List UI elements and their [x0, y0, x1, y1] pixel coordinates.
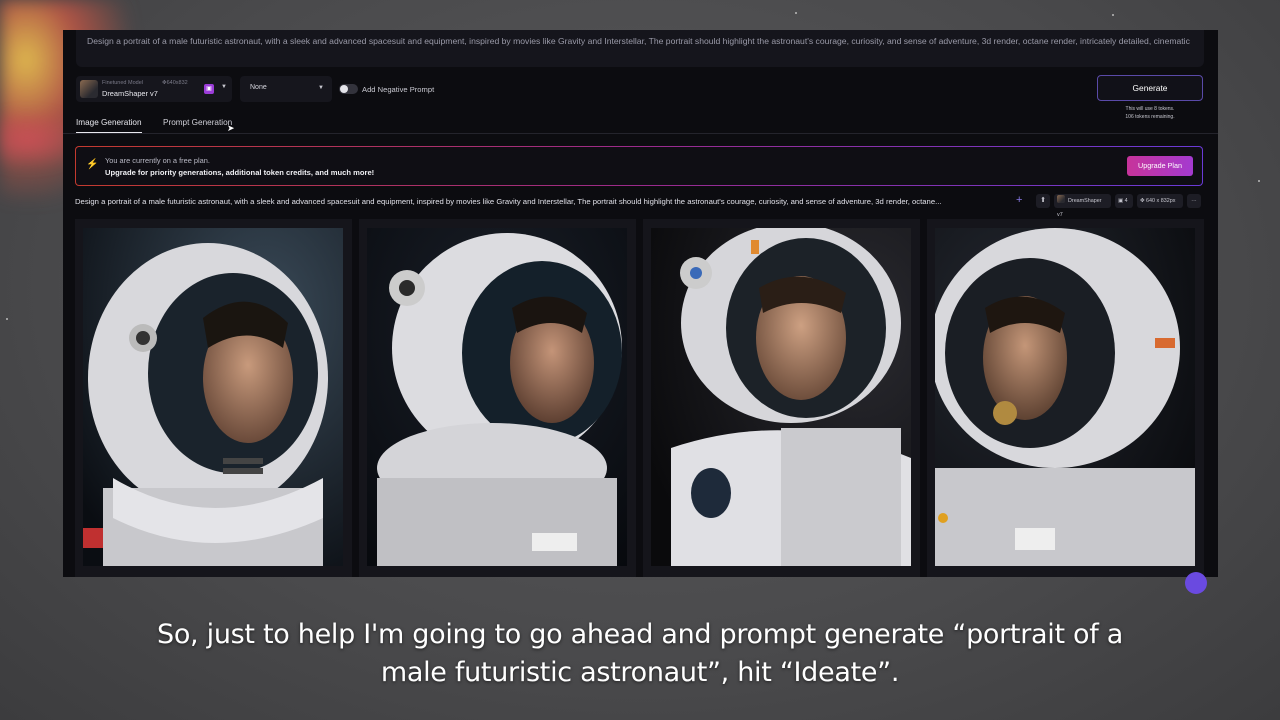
model-avatar [80, 80, 98, 98]
arrow-up-icon[interactable]: ⬆ [1036, 194, 1050, 208]
generated-image[interactable] [935, 228, 1195, 566]
lightning-bolt-icon: ⚡ [86, 159, 99, 170]
token-usage-line: This will use 8 tokens. [1125, 106, 1175, 112]
style-value: None [250, 84, 267, 91]
token-usage-note: This will use 8 tokens. 106 tokens remai… [1097, 105, 1203, 121]
negative-prompt-label: Add Negative Prompt [362, 85, 435, 94]
sparkle [795, 12, 797, 14]
image-count: 4 [1124, 198, 1128, 204]
generate-button[interactable]: Generate [1097, 75, 1203, 101]
upgrade-plan-button[interactable]: Upgrade Plan [1127, 156, 1193, 176]
tab-image-generation[interactable]: Image Generation [76, 118, 142, 133]
banner-plan-text: You are currently on a free plan. [105, 156, 210, 165]
tokens-remaining-line: 106 tokens remaining. [1125, 114, 1175, 120]
model-name: DreamShaper v7 [102, 89, 158, 98]
generation-model-chip: DreamShaper v7 [1054, 194, 1111, 218]
generated-image-card[interactable] [75, 219, 352, 577]
style-selector[interactable]: None ▼ [240, 76, 332, 102]
sparkle [1112, 14, 1114, 16]
video-caption-line-2: male futuristic astronaut”, hit “Ideate”… [380, 657, 900, 688]
chevron-down-icon: ▼ [221, 84, 227, 90]
generated-image[interactable] [651, 228, 911, 566]
generation-prompt-text: Design a portrait of a male futuristic a… [75, 197, 942, 206]
image-size-chip: ✥ 640 x 832px [1137, 194, 1183, 208]
plus-icon[interactable]: + [1016, 194, 1022, 206]
generated-image[interactable] [367, 228, 627, 566]
sparkle [1258, 180, 1260, 182]
chevron-down-icon: ▼ [318, 85, 324, 91]
negative-prompt-toggle[interactable] [339, 84, 358, 94]
help-chat-button[interactable] [1185, 572, 1207, 594]
generated-image-card[interactable] [359, 219, 636, 577]
tab-divider [63, 133, 1218, 134]
sparkle [6, 318, 8, 320]
app-window: Design a portrait of a male futuristic a… [63, 30, 1218, 577]
more-options-icon[interactable]: ··· [1187, 194, 1201, 208]
generated-image[interactable] [83, 228, 343, 566]
model-badge-icon: ▣ [204, 84, 214, 94]
image-count-chip: ▣ 4 [1115, 194, 1133, 208]
banner-upgrade-text: Upgrade for priority generations, additi… [105, 168, 375, 177]
prompt-input[interactable]: Design a portrait of a male futuristic a… [76, 30, 1204, 67]
free-plan-banner: ⚡ You are currently on a free plan. Upgr… [75, 146, 1203, 186]
video-caption-line-1: So, just to help I'm going to go ahead a… [157, 619, 1123, 650]
image-size: 640 x 832px [1146, 198, 1176, 204]
tab-prompt-generation[interactable]: Prompt Generation [163, 118, 232, 132]
model-type-label: Finetuned Model [102, 80, 143, 86]
model-selector[interactable]: Finetuned Model ✥640x832 DreamShaper v7 … [76, 76, 232, 102]
model-dimensions: ✥640x832 [162, 80, 188, 86]
mouse-cursor-icon: ➤ [227, 123, 235, 133]
generated-image-card[interactable] [643, 219, 920, 577]
generated-image-card[interactable] [927, 219, 1204, 577]
model-mini-avatar [1057, 195, 1065, 203]
